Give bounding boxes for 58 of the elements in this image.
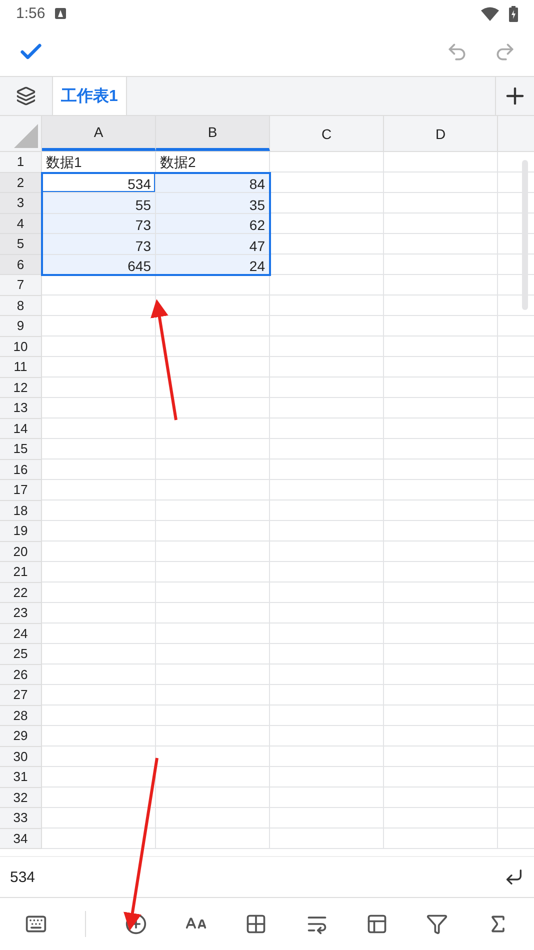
row-header[interactable]: 24: [0, 624, 42, 644]
row-header[interactable]: 19: [0, 521, 42, 542]
table-cell: 35: [156, 193, 270, 214]
insert-icon[interactable]: [124, 913, 147, 935]
table-cell: 62: [156, 214, 270, 234]
row-header[interactable]: 5: [0, 234, 42, 254]
row-header[interactable]: 15: [0, 439, 42, 460]
row-header[interactable]: 22: [0, 582, 42, 603]
row-header[interactable]: 17: [0, 480, 42, 500]
row-header[interactable]: 18: [0, 500, 42, 521]
scrollbar[interactable]: [522, 160, 528, 310]
row-header[interactable]: 29: [0, 726, 42, 746]
table-cell: 73: [42, 214, 156, 234]
row-header[interactable]: 1: [0, 152, 42, 172]
row-header[interactable]: 14: [0, 418, 42, 439]
battery-icon: [509, 6, 518, 22]
row-header[interactable]: 10: [0, 336, 42, 357]
sheet-tab[interactable]: 工作表1: [53, 77, 127, 115]
keyboard-icon[interactable]: [25, 913, 48, 935]
row-header[interactable]: 21: [0, 562, 42, 582]
row-header[interactable]: 7: [0, 275, 42, 296]
row-header[interactable]: 12: [0, 378, 42, 398]
row-header[interactable]: 34: [0, 828, 42, 849]
row-header[interactable]: 16: [0, 460, 42, 480]
row-header[interactable]: 33: [0, 808, 42, 828]
row-header[interactable]: 8: [0, 296, 42, 316]
column-header[interactable]: B: [156, 116, 270, 151]
column-header[interactable]: D: [384, 116, 498, 151]
row-header[interactable]: 4: [0, 214, 42, 234]
table-layout-icon[interactable]: [366, 913, 388, 935]
row-header[interactable]: 11: [0, 357, 42, 378]
row-header[interactable]: 6: [0, 254, 42, 275]
row-header[interactable]: 3: [0, 193, 42, 214]
row-header[interactable]: 9: [0, 316, 42, 336]
row-header[interactable]: 23: [0, 603, 42, 624]
wifi-icon: [481, 6, 499, 20]
enter-button[interactable]: [504, 867, 524, 887]
column-header[interactable]: A: [42, 116, 156, 151]
column-header[interactable]: C: [270, 116, 384, 151]
row-header[interactable]: 27: [0, 685, 42, 706]
table-cell: 47: [156, 234, 270, 254]
filter-icon[interactable]: [426, 913, 448, 935]
row-header[interactable]: 25: [0, 644, 42, 664]
row-header[interactable]: 28: [0, 706, 42, 726]
table-cell: 73: [42, 234, 156, 254]
table-cell: 55: [42, 193, 156, 214]
row-header[interactable]: 20: [0, 542, 42, 562]
row-header[interactable]: 30: [0, 746, 42, 767]
formula-value[interactable]: 534: [10, 868, 36, 886]
layers-icon[interactable]: [16, 86, 36, 106]
row-header[interactable]: 32: [0, 788, 42, 808]
row-header[interactable]: 26: [0, 664, 42, 685]
row-header[interactable]: 2: [0, 172, 42, 193]
grid-icon[interactable]: [245, 913, 268, 935]
row-header[interactable]: 13: [0, 398, 42, 418]
status-time: 1:56: [16, 5, 46, 22]
notification-icon: [55, 8, 66, 19]
row-header[interactable]: 31: [0, 767, 42, 788]
